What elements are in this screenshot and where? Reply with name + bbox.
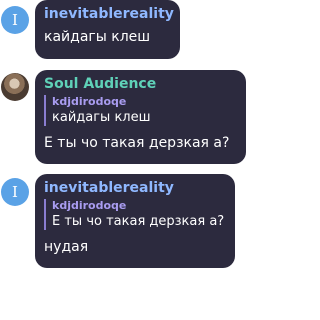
message-bubble[interactable]: inevitablereality кайдагы клеш <box>35 0 180 59</box>
avatar-initial: I <box>12 11 18 29</box>
message-text: кайдагы клеш <box>44 29 151 45</box>
message-author[interactable]: Soul Audience <box>44 75 237 93</box>
avatar-initial: I <box>12 183 18 201</box>
message-text: Е ты чо такая дерзкая а? <box>44 135 230 151</box>
reply-quote-author: kdjdirodoqe <box>52 199 127 212</box>
message-author[interactable]: inevitablereality <box>44 179 226 197</box>
reply-quote[interactable]: kdjdirodoqe кайдагы клеш <box>44 95 237 126</box>
message-bubble[interactable]: Soul Audience kdjdirodoqe кайдагы клеш Е… <box>35 70 246 164</box>
reply-quote[interactable]: kdjdirodoqe Е ты чо такая дерзкая а? <box>44 199 226 230</box>
message-author[interactable]: inevitablereality <box>44 5 174 23</box>
reply-quote-text: кайдагы клеш <box>52 110 151 125</box>
reply-quote-text: Е ты чо такая дерзкая а? <box>52 214 225 229</box>
avatar-soul-audience[interactable] <box>1 73 29 101</box>
avatar-inevitablereality[interactable]: I <box>1 6 29 34</box>
reply-quote-author: kdjdirodoqe <box>52 95 127 108</box>
avatar-inevitablereality[interactable]: I <box>1 178 29 206</box>
message-text: нудая <box>44 239 89 255</box>
message-bubble[interactable]: inevitablereality kdjdirodoqe Е ты чо та… <box>35 174 235 268</box>
